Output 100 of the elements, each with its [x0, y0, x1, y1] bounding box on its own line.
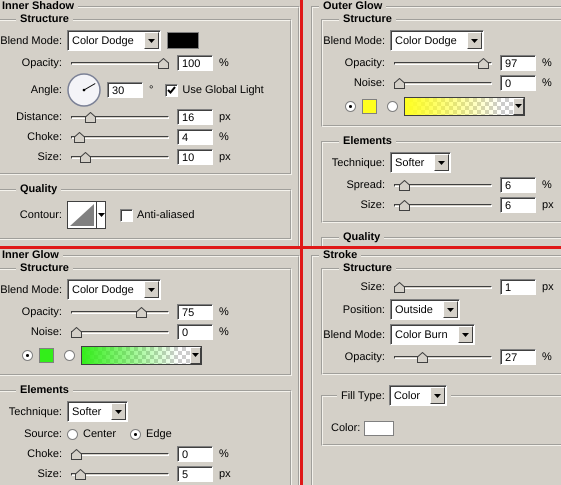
unit-label: px	[219, 151, 231, 163]
radio-button[interactable]	[345, 100, 356, 112]
slider[interactable]	[71, 152, 169, 162]
field-label: Blend Mode:	[0, 284, 63, 296]
caret-icon	[438, 160, 446, 164]
slider-thumb[interactable]	[71, 448, 82, 460]
color-swatch[interactable]	[362, 98, 377, 114]
dropdown[interactable]: Color Dodge	[67, 279, 161, 300]
slider-thumb[interactable]	[158, 58, 169, 68]
slider-thumb[interactable]	[478, 58, 490, 68]
panel-title: Inner Shadow	[1, 0, 76, 13]
value-field[interactable]: 5	[177, 466, 213, 482]
field-label: Size:	[360, 199, 386, 211]
slider-thumb[interactable]	[74, 132, 86, 142]
radio-button[interactable]	[130, 428, 142, 440]
angle-dial[interactable]	[67, 73, 101, 107]
value-field[interactable]: 6	[500, 197, 536, 213]
section-title: Structure	[342, 13, 393, 26]
slider-thumb[interactable]	[80, 152, 91, 162]
field-label: Technique:	[330, 156, 386, 168]
value-field[interactable]: 6	[500, 177, 536, 193]
field-label: Angle:	[30, 84, 63, 96]
unit-label: px	[219, 111, 231, 123]
slider[interactable]	[71, 448, 169, 460]
slider-thumb[interactable]	[399, 200, 410, 210]
gradient-picker[interactable]	[81, 346, 202, 364]
slider[interactable]	[71, 112, 169, 122]
field-label: Size:	[36, 468, 63, 480]
dropdown[interactable]: Color Burn	[390, 324, 475, 345]
slider[interactable]	[71, 132, 169, 142]
gradient-picker[interactable]	[404, 96, 525, 116]
slider[interactable]	[71, 468, 169, 480]
slider-thumb[interactable]	[394, 282, 405, 292]
color-swatch[interactable]	[39, 348, 54, 362]
slider-thumb[interactable]	[136, 306, 148, 318]
radio-button[interactable]	[22, 350, 33, 360]
slider[interactable]	[394, 58, 492, 68]
field-label: Blend Mode:	[323, 34, 386, 46]
value-field[interactable]: 30	[107, 82, 143, 98]
color-swatch[interactable]	[166, 32, 199, 49]
unit-label: px	[542, 199, 554, 211]
checkbox-label: Use Global Light	[182, 84, 264, 96]
slider[interactable]	[394, 282, 492, 292]
dropdown[interactable]: Softer	[67, 401, 128, 422]
slider[interactable]	[71, 58, 169, 68]
value-field[interactable]: 0	[177, 446, 213, 462]
unit-label: %	[542, 57, 552, 69]
dropdown[interactable]: Outside	[390, 299, 460, 320]
value-field[interactable]: 97	[500, 55, 536, 71]
slider[interactable]	[394, 78, 492, 88]
caret-icon	[192, 353, 199, 357]
field-label: Choke:	[26, 131, 63, 143]
unit-label: %	[219, 57, 229, 69]
slider[interactable]	[394, 180, 492, 190]
section-title: Structure	[19, 262, 70, 275]
radio-button[interactable]	[387, 100, 398, 112]
field-label: Distance:	[15, 111, 63, 123]
field-label: Noise:	[352, 77, 386, 89]
dropdown[interactable]: Color Dodge	[67, 30, 161, 51]
value-field[interactable]: 0	[500, 75, 536, 91]
checkbox[interactable]	[120, 208, 133, 222]
value-field[interactable]: 0	[177, 324, 213, 340]
unit-label: %	[219, 131, 229, 143]
color-swatch[interactable]	[364, 420, 394, 436]
slider[interactable]	[71, 326, 169, 338]
caret-icon	[515, 104, 522, 108]
field-label: Opacity:	[344, 57, 386, 69]
slider[interactable]	[71, 306, 169, 318]
field-label: Blend Mode:	[0, 34, 63, 46]
caret-icon	[148, 38, 155, 42]
dropdown[interactable]: Color Dodge	[390, 30, 484, 51]
radio-button[interactable]	[67, 428, 78, 440]
slider-thumb[interactable]	[75, 468, 86, 480]
contour-picker[interactable]	[67, 201, 106, 229]
value-field[interactable]: 10	[177, 149, 213, 165]
caret-icon	[148, 288, 155, 292]
slider-thumb[interactable]	[394, 78, 405, 88]
panel-title: Stroke	[322, 249, 358, 262]
unit-label: %	[542, 351, 552, 363]
slider[interactable]	[394, 200, 492, 210]
slider[interactable]	[394, 352, 492, 362]
slider-thumb[interactable]	[417, 352, 428, 362]
dropdown[interactable]: Color	[388, 385, 448, 406]
field-label: Spread:	[345, 179, 386, 191]
value-field[interactable]: 1	[500, 279, 536, 295]
radio-button[interactable]	[64, 350, 75, 360]
slider-thumb[interactable]	[84, 112, 96, 122]
caret-icon	[462, 332, 469, 336]
value-field[interactable]: 4	[177, 129, 213, 145]
checkbox[interactable]	[165, 84, 178, 96]
slider-thumb[interactable]	[71, 326, 82, 338]
value-field[interactable]: 27	[500, 349, 536, 365]
slider-thumb[interactable]	[399, 180, 410, 190]
value-field[interactable]: 100	[177, 55, 213, 71]
checkbox-label: Anti-aliased	[137, 209, 194, 221]
value-field[interactable]: 16	[177, 109, 213, 125]
value-field[interactable]: 75	[177, 304, 213, 320]
dropdown[interactable]: Softer	[390, 152, 452, 173]
unit-label: %	[219, 326, 229, 338]
field-label: Opacity:	[20, 57, 63, 69]
